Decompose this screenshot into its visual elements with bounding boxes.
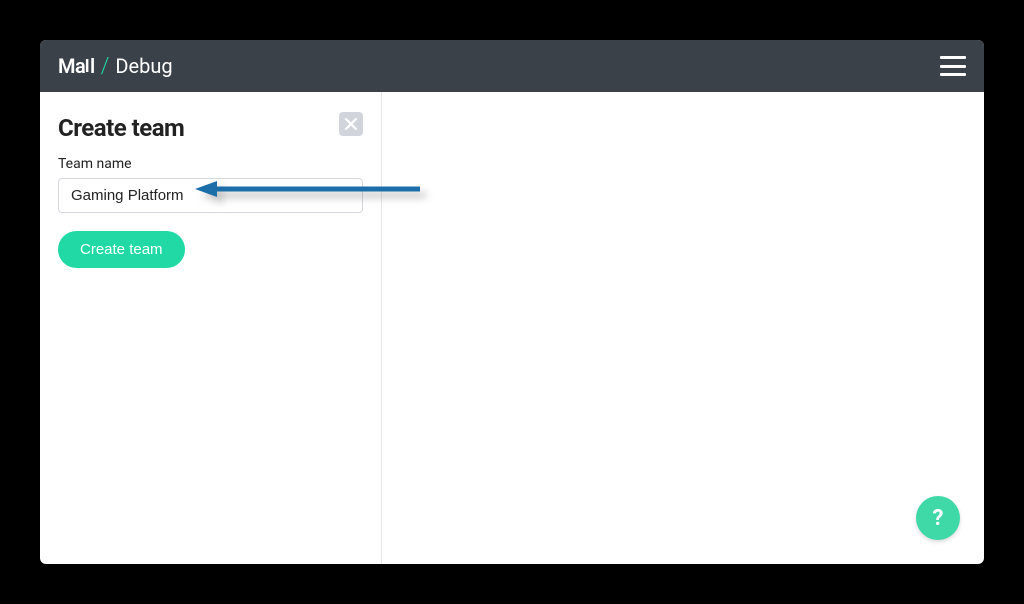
header: MaIl / Debug xyxy=(40,40,984,92)
panel-title: Create team xyxy=(58,114,363,142)
help-icon: ? xyxy=(933,506,944,531)
help-button[interactable]: ? xyxy=(916,496,960,540)
create-team-button[interactable]: Create team xyxy=(58,231,185,268)
brand-debug-text: Debug xyxy=(115,54,172,78)
brand-logo: MaIl / Debug xyxy=(58,54,173,79)
app-window: MaIl / Debug Create team Team name Creat… xyxy=(40,40,984,564)
team-name-label: Team name xyxy=(58,156,363,172)
close-icon[interactable] xyxy=(339,112,363,136)
brand-mail-text: MaIl xyxy=(58,54,95,78)
content-area: Create team Team name Create team ? xyxy=(40,92,984,564)
team-name-input[interactable] xyxy=(58,178,363,213)
menu-icon[interactable] xyxy=(940,56,966,76)
brand-slash-icon: / xyxy=(101,54,110,79)
left-panel: Create team Team name Create team xyxy=(40,92,382,564)
